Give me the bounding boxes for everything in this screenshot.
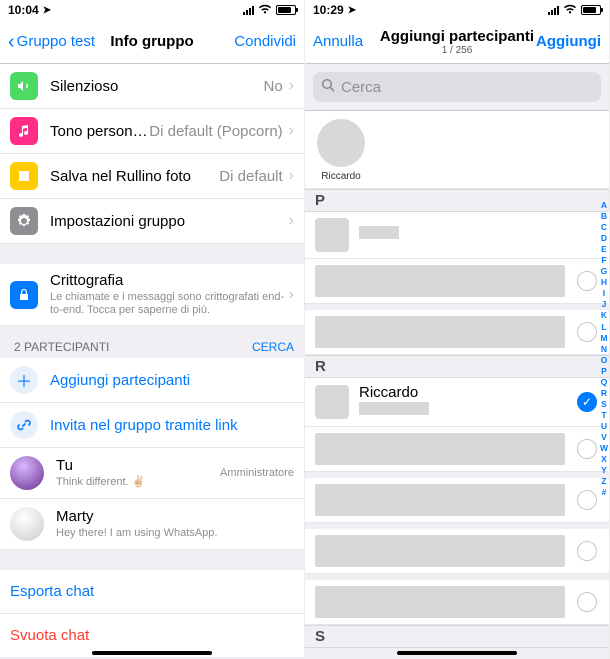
chevron-left-icon: ‹	[8, 32, 15, 52]
invite-link-button[interactable]: Invita nel gruppo tramite link	[0, 403, 304, 448]
avatar	[315, 218, 349, 252]
location-icon: ➤	[348, 5, 356, 16]
add-participants-screen: 10:29➤ Annulla Aggiungi partecipanti 1 /…	[305, 0, 610, 659]
download-image-icon	[10, 162, 38, 190]
export-chat-button[interactable]: Esporta chat	[0, 570, 304, 614]
chevron-right-icon: ›	[289, 77, 294, 95]
admin-label: Amministratore	[220, 467, 294, 479]
radio-unchecked-icon[interactable]	[577, 592, 597, 612]
radio-unchecked-icon[interactable]	[577, 439, 597, 459]
section-letter-p: P	[305, 189, 609, 212]
signal-icon	[243, 6, 254, 15]
radio-unchecked-icon[interactable]	[577, 322, 597, 342]
signal-icon	[548, 6, 559, 15]
row-tone[interactable]: Tono personalizza… Di default (Popcorn) …	[0, 109, 304, 154]
chevron-right-icon: ›	[289, 122, 294, 140]
section-letter-s: S	[305, 625, 609, 648]
link-icon	[10, 411, 38, 439]
plus-icon: ＋	[10, 366, 38, 394]
chevron-right-icon: ›	[289, 212, 294, 230]
wifi-icon	[563, 4, 577, 17]
radio-checked-icon[interactable]: ✓	[577, 392, 597, 412]
add-participants-button[interactable]: ＋ Aggiungi partecipanti	[0, 358, 304, 403]
section-letter-r: R	[305, 355, 609, 378]
chevron-right-icon: ›	[289, 167, 294, 185]
gear-icon	[10, 207, 38, 235]
group-info-screen: 10:04 ➤ ‹ Gruppo test Info gruppo Condiv…	[0, 0, 305, 659]
music-icon	[10, 117, 38, 145]
avatar	[315, 385, 349, 419]
participant-marty[interactable]: Marty Hey there! I am using WhatsApp.	[0, 499, 304, 550]
contact-row[interactable]	[305, 427, 609, 472]
search-icon	[321, 78, 335, 96]
radio-unchecked-icon[interactable]	[577, 490, 597, 510]
radio-unchecked-icon[interactable]	[577, 271, 597, 291]
search-participants-button[interactable]: CERCA	[252, 340, 294, 354]
search-bar: Cerca	[305, 64, 609, 111]
contact-row[interactable]	[305, 529, 609, 574]
share-button[interactable]: Condividi	[234, 33, 296, 50]
contact-row[interactable]	[305, 478, 609, 523]
avatar	[10, 507, 44, 541]
location-icon: ➤	[43, 5, 51, 16]
radio-unchecked-icon[interactable]	[577, 541, 597, 561]
nav-bar: Annulla Aggiungi partecipanti 1 / 256 Ag…	[305, 20, 609, 64]
selected-chip-riccardo[interactable]: Riccardo	[315, 119, 367, 182]
row-save-camera-roll[interactable]: Salva nel Rullino foto Di default ›	[0, 154, 304, 199]
back-button[interactable]: ‹ Gruppo test	[8, 32, 95, 52]
battery-icon	[581, 5, 601, 15]
search-input[interactable]: Cerca	[313, 72, 601, 102]
avatar	[317, 119, 365, 167]
battery-icon	[276, 5, 296, 15]
section-index[interactable]: ABCDEFGHIJKLMNOPQRSTUVWXYZ#	[600, 200, 608, 498]
selected-contacts: Riccardo	[305, 111, 609, 189]
add-button[interactable]: Aggiungi	[536, 33, 601, 50]
contact-row-riccardo[interactable]: Riccardo ✓	[305, 378, 609, 427]
row-encryption[interactable]: Crittografia Le chiamate e i messaggi so…	[0, 264, 304, 326]
status-time: 10:04 ➤	[8, 3, 51, 17]
nav-bar: ‹ Gruppo test Info gruppo Condividi	[0, 20, 304, 64]
lock-icon	[10, 281, 38, 309]
status-bar: 10:29➤	[305, 0, 609, 20]
home-indicator[interactable]	[397, 651, 517, 655]
contact-row[interactable]	[305, 259, 609, 304]
contact-row[interactable]	[305, 310, 609, 355]
participant-you[interactable]: Tu Think different. ✌🏻 Amministratore	[0, 448, 304, 499]
speaker-icon	[10, 72, 38, 100]
row-silent[interactable]: Silenzioso No ›	[0, 64, 304, 109]
cancel-button[interactable]: Annulla	[313, 33, 363, 50]
wifi-icon	[258, 4, 272, 17]
contact-row[interactable]	[305, 580, 609, 625]
home-indicator[interactable]	[92, 651, 212, 655]
participants-header: 2 PARTECIPANTI CERCA	[0, 326, 304, 358]
chevron-right-icon: ›	[289, 286, 294, 304]
contact-row[interactable]	[305, 212, 609, 259]
status-bar: 10:04 ➤	[0, 0, 304, 20]
avatar	[10, 456, 44, 490]
row-group-settings[interactable]: Impostazioni gruppo ›	[0, 199, 304, 244]
